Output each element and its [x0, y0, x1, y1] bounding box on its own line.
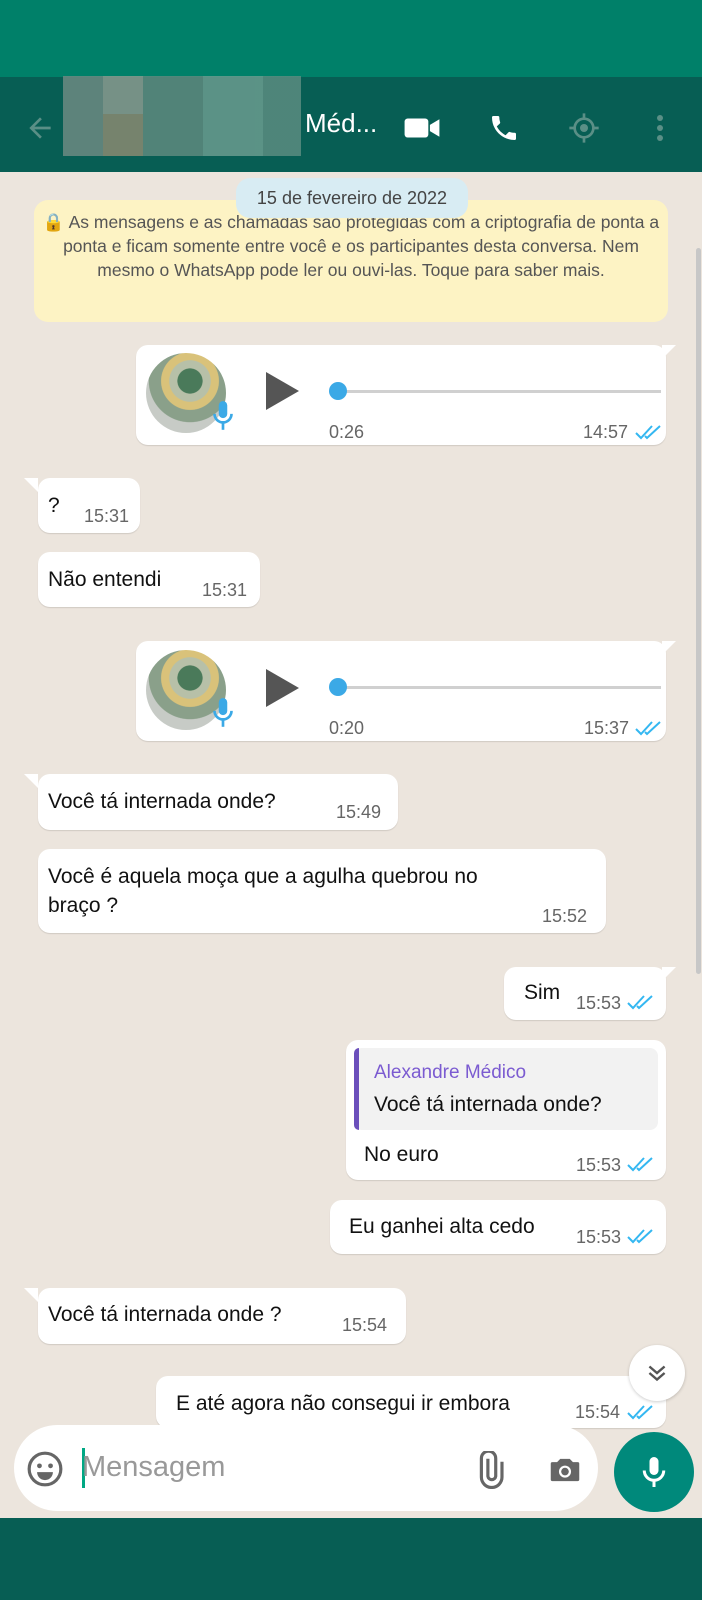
contact-avatar[interactable] — [63, 76, 301, 156]
message-text-line: Você é aquela moça que a agulha quebrou … — [48, 865, 478, 888]
message-text: Você tá internada onde? — [48, 790, 276, 813]
message-time: 15:52 — [542, 906, 588, 926]
quoted-author: Alexandre Médico — [374, 1062, 527, 1083]
phone-call-icon[interactable] — [484, 108, 524, 148]
incoming-message-bubble[interactable] — [38, 849, 606, 933]
system-nav-bar — [0, 1518, 702, 1600]
message-time: 15:37 — [584, 718, 630, 738]
play-icon[interactable] — [266, 372, 299, 410]
read-ticks-icon — [627, 1229, 653, 1244]
message-time: 15:53 — [576, 1155, 622, 1175]
audio-progress-track[interactable] — [336, 686, 661, 689]
mic-icon — [213, 698, 233, 727]
message-time: 15:53 — [576, 993, 622, 1013]
message-text: ? — [48, 494, 60, 517]
read-ticks-icon — [635, 721, 661, 736]
message-time: 15:49 — [336, 802, 382, 822]
message-text: Não entendi — [48, 568, 162, 591]
status-bar — [0, 0, 702, 77]
video-call-icon[interactable] — [402, 108, 442, 148]
play-icon[interactable] — [266, 669, 299, 707]
message-time: 15:31 — [202, 580, 248, 600]
quoted-text: Você tá internada onde? — [374, 1093, 602, 1116]
more-vert-icon[interactable] — [640, 108, 680, 148]
mic-icon — [642, 1457, 666, 1487]
scroll-to-bottom-button[interactable] — [629, 1345, 685, 1401]
message-time: 15:31 — [84, 506, 130, 526]
camera-icon[interactable] — [546, 1451, 584, 1489]
message-time: 15:53 — [576, 1227, 622, 1247]
read-ticks-icon — [635, 425, 661, 440]
voice-duration: 0:26 — [329, 422, 365, 442]
attach-icon[interactable] — [470, 1449, 508, 1489]
chat-scrollbar[interactable] — [696, 248, 701, 974]
message-text-line: braço ? — [48, 894, 119, 917]
read-ticks-icon — [627, 995, 653, 1010]
mic-icon — [213, 401, 233, 430]
message-text: E até agora não consegui ir embora — [176, 1392, 510, 1415]
double-chevron-down-icon — [648, 1365, 666, 1382]
audio-progress-knob[interactable] — [329, 678, 347, 696]
voice-record-button[interactable] — [614, 1432, 694, 1512]
read-ticks-icon — [627, 1157, 653, 1172]
message-time: 15:54 — [342, 1315, 388, 1335]
voice-duration: 0:20 — [329, 718, 365, 738]
message-time: 14:57 — [583, 422, 629, 442]
read-ticks-icon — [627, 1405, 653, 1420]
message-text: Eu ganhei alta cedo — [349, 1215, 535, 1238]
quote-bar — [354, 1048, 359, 1130]
message-time: 15:54 — [575, 1402, 621, 1422]
audio-progress-knob[interactable] — [329, 382, 347, 400]
audio-progress-track[interactable] — [336, 390, 661, 393]
date-divider: 15 de fevereiro de 2022 — [236, 178, 468, 218]
message-input[interactable]: Mensagem — [82, 1451, 225, 1484]
message-text: No euro — [364, 1143, 439, 1166]
message-text: Você tá internada onde ? — [48, 1303, 282, 1326]
location-icon[interactable] — [564, 108, 604, 148]
encryption-notice[interactable]: 🔒 As mensagens e as chamadas são protegi… — [34, 200, 668, 322]
contact-name[interactable]: Méd... — [305, 108, 377, 139]
quoted-message[interactable] — [354, 1048, 658, 1130]
back-arrow-icon[interactable] — [20, 108, 60, 148]
message-text: Sim — [524, 981, 561, 1004]
emoji-icon[interactable] — [26, 1450, 64, 1488]
